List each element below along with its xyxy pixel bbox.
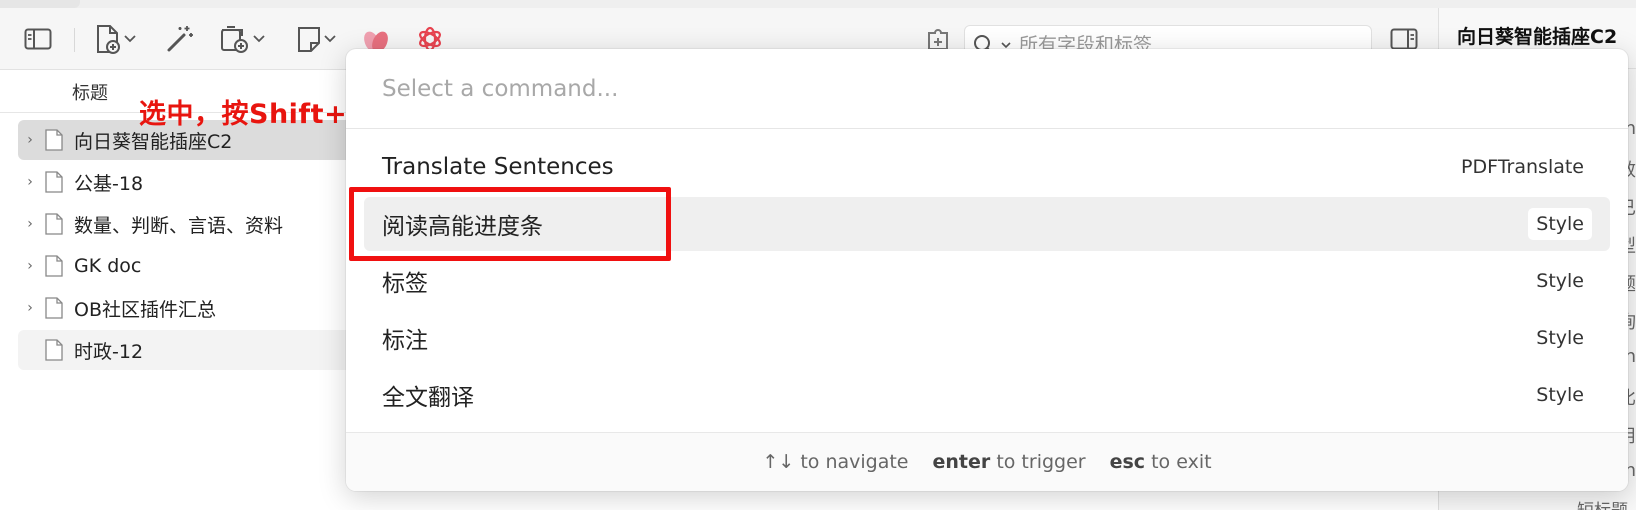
command-item-title: 阅读高能进度条 xyxy=(382,214,543,240)
document-icon xyxy=(45,255,63,277)
attachment-add-icon xyxy=(221,26,248,53)
list-item-label: 时政-12 xyxy=(74,340,144,363)
note-icon xyxy=(298,27,320,52)
command-item-source: Style xyxy=(1536,384,1584,406)
list-item-label: OB社区插件汇总 xyxy=(74,298,216,321)
chevron-right-icon[interactable]: › xyxy=(18,174,42,190)
chevron-right-icon[interactable]: › xyxy=(18,300,42,316)
command-item-title: Translate Sentences xyxy=(382,154,614,180)
command-item-active[interactable]: 阅读高能进度条 Style xyxy=(364,197,1610,251)
tab-stub[interactable] xyxy=(0,0,80,8)
new-note-button[interactable] xyxy=(290,21,342,57)
command-item[interactable]: Translate Sentences PDFTranslate xyxy=(364,140,1610,194)
toolbar-separator xyxy=(74,28,75,52)
new-document-icon xyxy=(97,25,120,54)
exit-instruction: esc to exit xyxy=(1110,451,1212,473)
chevron-right-icon[interactable]: › xyxy=(18,216,42,232)
app-window: 向日葵智能插座C2 n 效 已 型 题 询 n 比 用 n 短标题 标题 › 向… xyxy=(0,0,1636,510)
command-item[interactable]: 标注 Style xyxy=(364,311,1610,365)
command-suggestions: Translate Sentences PDFTranslate 阅读高能进度条… xyxy=(364,140,1610,425)
document-icon xyxy=(45,339,63,361)
document-icon xyxy=(45,171,63,193)
toggle-sidebar-icon[interactable] xyxy=(18,21,58,57)
navigate-text: to navigate xyxy=(800,451,909,473)
document-icon xyxy=(45,297,63,319)
list-item-label: 数量、判断、言语、资料 xyxy=(74,214,284,237)
command-item-title: 全文翻译 xyxy=(382,385,474,411)
column-header-label: 标题 xyxy=(72,82,108,104)
chevron-down-icon xyxy=(253,35,265,43)
add-attachment-button[interactable] xyxy=(214,21,270,57)
trigger-key: enter xyxy=(932,451,991,473)
command-item-source: Style xyxy=(1536,327,1584,349)
chevron-down-icon xyxy=(324,35,336,43)
document-icon xyxy=(45,129,63,151)
command-input[interactable] xyxy=(382,75,1482,102)
command-item-source: Style xyxy=(1528,208,1592,240)
list-item-label: 公基-18 xyxy=(74,172,144,195)
document-icon xyxy=(45,213,63,235)
command-item-title: 标注 xyxy=(382,328,428,354)
navigate-key: ↑↓ xyxy=(762,451,795,473)
exit-text: to exit xyxy=(1151,451,1212,473)
chevron-down-icon xyxy=(124,35,136,43)
command-input-wrapper xyxy=(346,49,1628,129)
command-item-source: PDFTranslate xyxy=(1461,156,1584,178)
command-item[interactable]: 标签 Style xyxy=(364,254,1610,308)
window-top-strip xyxy=(0,0,1636,8)
item-pane-title: 向日葵智能插座C2 xyxy=(1457,26,1618,48)
command-palette-footer: ↑↓ to navigate enter to trigger esc to e… xyxy=(346,432,1628,491)
chevron-right-icon[interactable]: › xyxy=(18,258,42,274)
command-item-title: 标签 xyxy=(382,271,428,297)
trigger-instruction: enter to trigger xyxy=(933,451,1086,473)
chevron-right-icon[interactable]: › xyxy=(18,132,42,148)
list-item-label: GK doc xyxy=(74,255,142,277)
item-pane-bottom-text: 短标题 xyxy=(1577,496,1628,510)
command-item-source: Style xyxy=(1536,270,1584,292)
chevron-down-icon[interactable] xyxy=(1001,41,1011,49)
new-item-button[interactable] xyxy=(90,21,140,57)
navigate-instruction: ↑↓ to navigate xyxy=(762,451,908,473)
command-item[interactable]: 全文翻译 Style xyxy=(364,368,1610,422)
exit-key: esc xyxy=(1109,451,1146,473)
magic-wand-icon[interactable] xyxy=(160,21,200,57)
command-palette: Translate Sentences PDFTranslate 阅读高能进度条… xyxy=(346,49,1628,491)
trigger-text: to trigger xyxy=(996,451,1086,473)
